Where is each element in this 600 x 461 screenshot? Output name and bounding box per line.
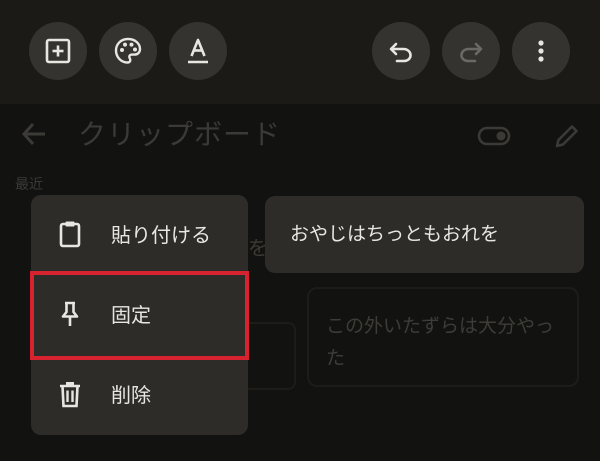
toggle-icon [477,124,511,148]
background-clip-text: この外いたずらは大分やった [326,315,555,369]
background-clip-card-left [248,322,296,390]
text-format-icon [183,36,213,66]
page-title: クリップボード [78,118,282,151]
clipboard-icon [55,219,85,249]
more-button[interactable] [512,22,570,80]
back-arrow-icon [18,118,50,150]
menu-item-label: 削除 [111,383,151,407]
redo-icon [456,36,486,66]
undo-button[interactable] [372,22,430,80]
highlight-box [30,271,249,360]
palette-icon [113,36,143,66]
undo-icon [386,36,416,66]
palette-button[interactable] [99,22,157,80]
edit-pencil-icon [553,122,581,150]
menu-item-delete[interactable]: 削除 [31,355,248,435]
more-vert-icon [526,36,556,66]
redo-button[interactable] [442,22,500,80]
add-button[interactable] [29,22,87,80]
trash-icon [55,379,85,409]
text-format-button[interactable] [169,22,227,80]
menu-item-label: 貼り付ける [111,223,211,247]
selected-clip-card[interactable]: おやじはちっともおれを [265,196,584,273]
menu-item-paste[interactable]: 貼り付ける [31,195,248,275]
selected-clip-text: おやじはちっともおれを [290,223,500,245]
plus-square-icon [44,37,72,65]
top-toolbar [0,0,600,104]
section-label: 最近 [15,177,43,193]
